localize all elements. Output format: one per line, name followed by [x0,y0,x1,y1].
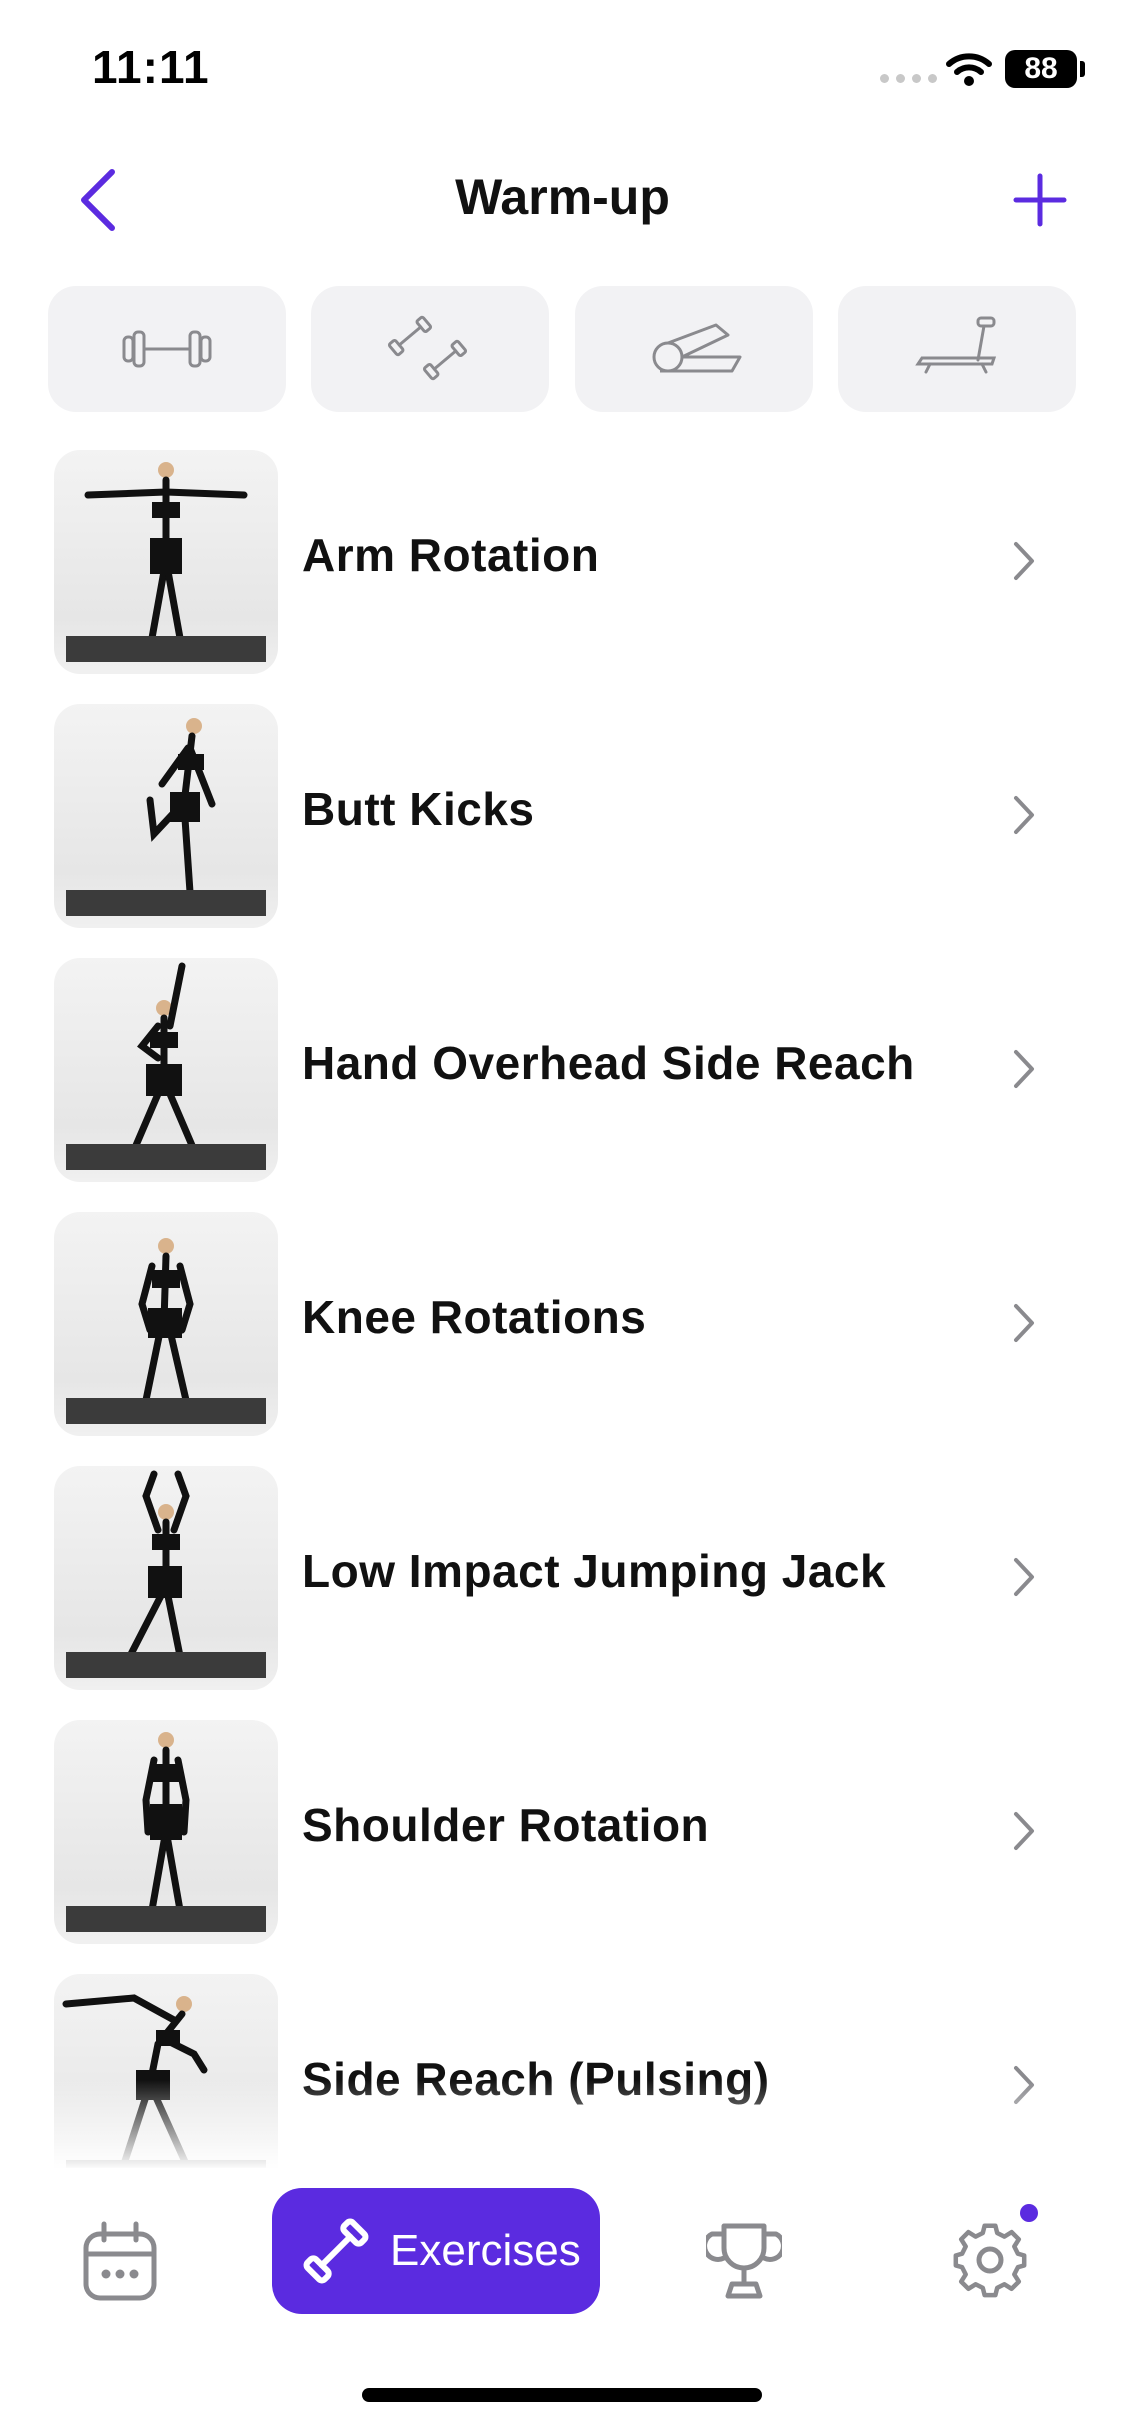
dumbbells-icon [388,315,468,381]
exercise-row-low-impact-jumping-jack[interactable]: Low Impact Jumping Jack [0,1464,1125,1718]
chevron-right-icon [1014,1812,1034,1850]
filter-treadmill[interactable] [837,286,1076,412]
chevron-right-icon [1014,1050,1034,1088]
exercise-row-arm-rotation[interactable]: Arm Rotation [0,448,1125,702]
exercise-name: Knee Rotations [302,1291,647,1343]
exercise-name: Shoulder Rotation [302,1799,710,1851]
exercise-thumbnail [54,1466,278,1690]
filter-dumbbells[interactable] [311,286,550,412]
equipment-filters [48,286,1076,412]
treadmill-icon [915,316,997,374]
exercise-list: Arm Rotation Butt Kicks Hand Overhead Si… [0,448,1125,2226]
exercise-name: Low Impact Jumping Jack [302,1545,887,1597]
dumbbell-icon [303,2218,369,2284]
home-indicator [362,2388,762,2402]
filter-yoga-mat[interactable] [574,286,813,412]
yoga-mat-icon [652,323,742,373]
chevron-right-icon [1014,796,1034,834]
signal-icon [880,74,937,83]
add-button[interactable] [1010,170,1070,230]
exercise-row-butt-kicks[interactable]: Butt Kicks [0,702,1125,956]
wifi-icon [946,53,992,86]
page-title: Warm-up [455,169,670,225]
exercise-thumbnail [54,450,278,674]
list-fade [0,2080,1125,2170]
tab-exercises-label: Exercises [390,2226,581,2275]
barbell-icon [122,330,212,368]
exercise-row-knee-rotations[interactable]: Knee Rotations [0,1210,1125,1464]
exercise-row-hand-overhead-side-reach[interactable]: Hand Overhead Side Reach [0,956,1125,1210]
exercise-thumbnail [54,1212,278,1436]
tab-exercises[interactable]: Exercises [272,2188,600,2314]
chevron-right-icon [1014,1304,1034,1342]
status-bar: 11:11 88 [0,0,1125,140]
chevron-right-icon [1014,1558,1034,1596]
tab-trophy[interactable] [706,2218,782,2302]
exercise-name: Butt Kicks [302,783,535,835]
battery-tip [1080,61,1085,77]
exercise-thumbnail [54,704,278,928]
exercise-name: Hand Overhead Side Reach [302,1037,915,1089]
exercise-thumbnail [54,958,278,1182]
chevron-right-icon [1014,542,1034,580]
status-time: 11:11 [92,41,210,93]
tab-calendar[interactable] [80,2220,160,2304]
nav-bar: Warm-up [0,150,1125,250]
exercise-thumbnail [54,1720,278,1944]
exercise-row-shoulder-rotation[interactable]: Shoulder Rotation [0,1718,1125,1972]
notification-dot [1020,2204,1038,2222]
battery-indicator: 88 [1005,50,1077,88]
filter-barbell[interactable] [48,286,286,412]
exercise-name: Arm Rotation [302,529,600,581]
tab-settings[interactable] [952,2218,1028,2302]
